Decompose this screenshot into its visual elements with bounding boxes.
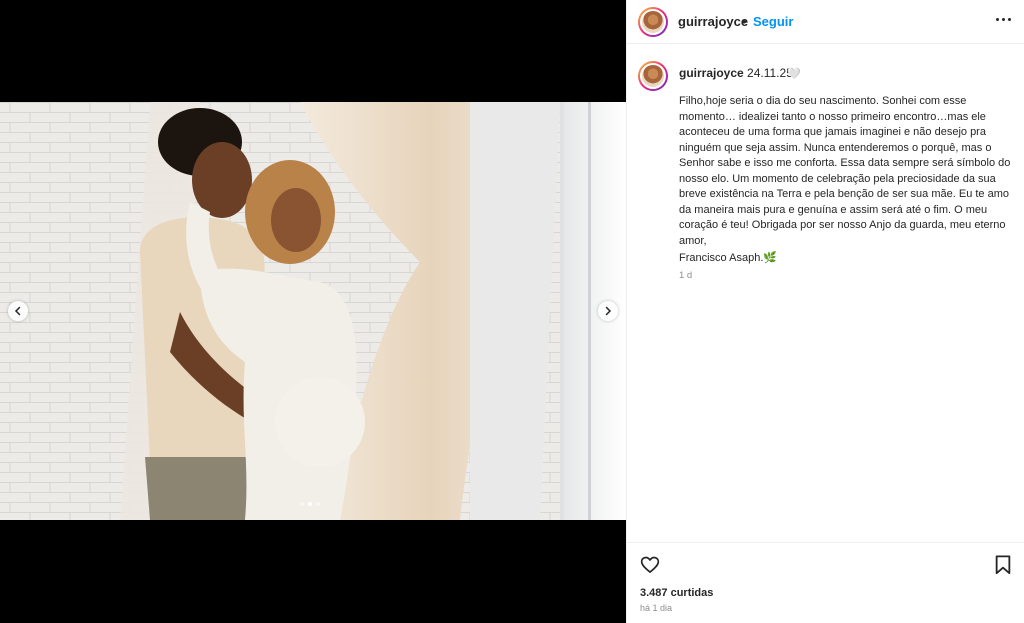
- post-header: guirrajoyce • Seguir: [627, 0, 1024, 44]
- caption-avatar[interactable]: [638, 61, 668, 91]
- carousel-indicator: [300, 502, 320, 506]
- chevron-left-icon: [14, 306, 21, 316]
- carousel-prev-button[interactable]: [8, 301, 28, 321]
- post-timestamp: há 1 dia: [640, 603, 673, 613]
- likes-count[interactable]: 3.487 curtidas: [640, 587, 713, 599]
- post-media: [0, 0, 626, 623]
- caption-date: 24.11.25: [747, 66, 793, 80]
- post-side-panel: guirrajoyce • Seguir guirrajoyce 24.11.2…: [626, 0, 1024, 623]
- more-horizontal-icon: [996, 18, 999, 21]
- caption-header: guirrajoyce 24.11.25: [679, 66, 793, 80]
- caption-text: Filho,hoje seria o dia do seu nascimento…: [679, 95, 1014, 247]
- carousel-dot: [300, 502, 304, 506]
- carousel-dot: [316, 502, 320, 506]
- post-actions: 3.487 curtidas há 1 dia: [627, 542, 1024, 623]
- follow-button[interactable]: Seguir: [753, 14, 793, 29]
- caption-signature: Francisco Asaph.🌿: [679, 252, 778, 264]
- author-avatar[interactable]: [638, 7, 668, 37]
- bookmark-outline-icon[interactable]: [994, 555, 1012, 575]
- chevron-right-icon: [605, 306, 612, 316]
- carousel-dot-active: [308, 502, 312, 506]
- more-options-button[interactable]: [996, 18, 1011, 21]
- carousel-next-button[interactable]: [598, 301, 618, 321]
- heart-outline-icon[interactable]: [640, 555, 660, 575]
- post-photo: [0, 102, 626, 520]
- white-heart-emoji: 🤍: [787, 68, 801, 80]
- author-username[interactable]: guirrajoyce: [678, 14, 748, 29]
- header-separator: •: [742, 14, 747, 29]
- caption-time: 1 d: [679, 270, 693, 281]
- caption-section: guirrajoyce 24.11.25 🤍 Filho,hoje seria …: [627, 44, 1024, 542]
- caption-username[interactable]: guirrajoyce: [679, 66, 744, 80]
